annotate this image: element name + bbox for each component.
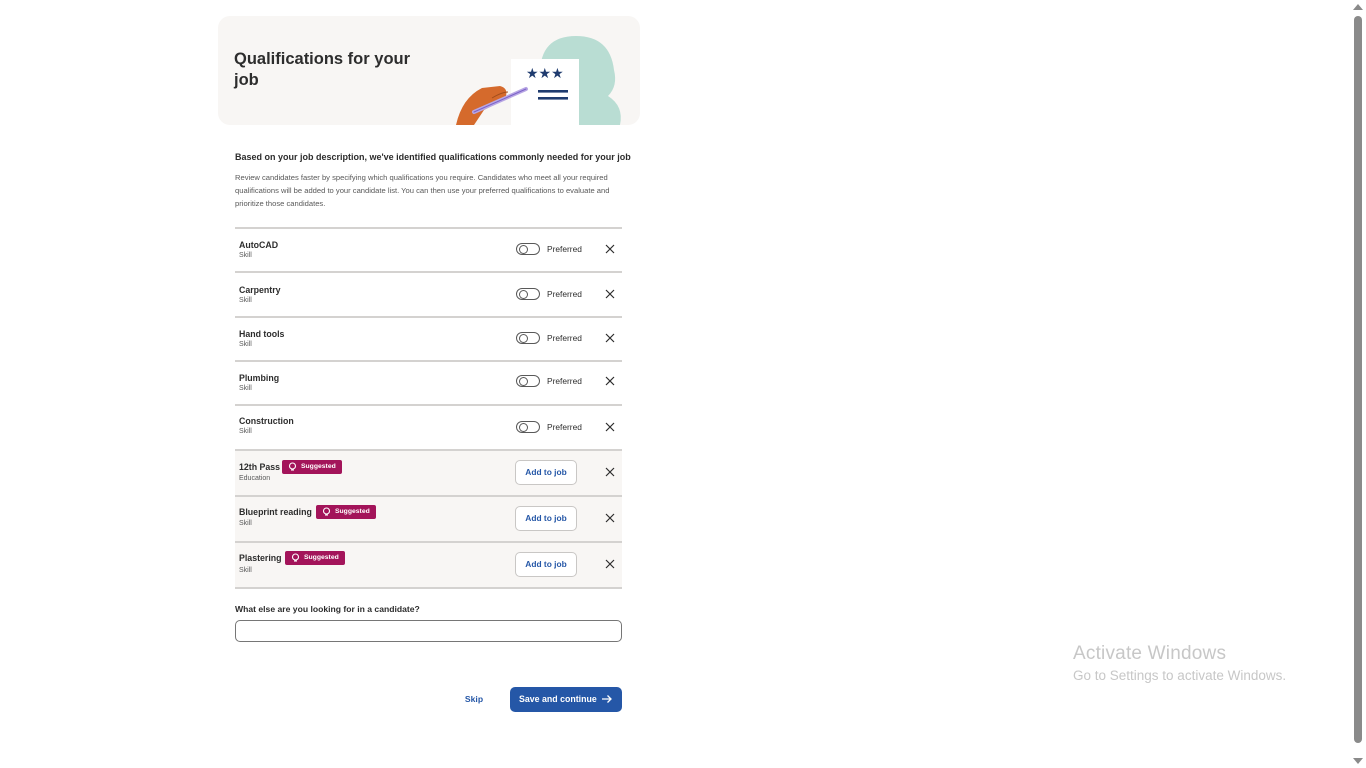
preferred-label: Preferred — [547, 244, 582, 254]
qualification-type: Education — [239, 475, 271, 482]
close-icon[interactable] — [604, 288, 616, 300]
qualification-row: Plumbing Skill Preferred — [235, 362, 622, 406]
qualification-name: Carpentry — [239, 285, 281, 295]
intro-description: Review candidates faster by specifying w… — [235, 173, 610, 208]
suggested-badge: Suggested — [316, 505, 376, 519]
preferred-toggle[interactable] — [516, 375, 540, 387]
qualification-type: Skill — [239, 567, 252, 574]
scroll-up-arrow-icon[interactable] — [1353, 4, 1363, 10]
qualifications-list: AutoCAD Skill Preferred Carpentry Skill … — [235, 227, 622, 589]
qualification-name: Plastering — [239, 553, 282, 563]
lightbulb-icon — [291, 553, 300, 562]
add-to-job-button[interactable]: Add to job — [515, 506, 577, 531]
qualification-row: Carpentry Skill Preferred — [235, 273, 622, 318]
preferred-label: Preferred — [547, 289, 582, 299]
suggested-qualification-row: Blueprint reading Suggested Skill Add to… — [235, 497, 622, 543]
suggested-badge: Suggested — [282, 460, 342, 474]
toggle-knob — [518, 376, 528, 386]
preferred-label: Preferred — [547, 422, 582, 432]
close-icon[interactable] — [604, 421, 616, 433]
activate-windows-subtitle: Go to Settings to activate Windows. — [1073, 668, 1287, 683]
svg-text:★★★: ★★★ — [526, 66, 564, 82]
qualification-name: Construction — [239, 416, 294, 426]
toggle-knob — [518, 333, 528, 343]
qualification-type: Skill — [239, 297, 252, 304]
preferred-toggle[interactable] — [516, 288, 540, 300]
qualification-name: Hand tools — [239, 329, 285, 339]
suggested-qualification-row: 12th Pass Suggested Education Add to job — [235, 451, 622, 497]
qualification-type: Skill — [239, 341, 252, 348]
qualification-name: AutoCAD — [239, 240, 279, 250]
qualification-name: Blueprint reading — [239, 507, 312, 517]
qualification-name: Plumbing — [239, 373, 280, 383]
preferred-label: Preferred — [547, 376, 582, 386]
close-icon[interactable] — [604, 558, 616, 570]
save-and-continue-button[interactable]: Save and continue — [510, 687, 622, 712]
qualification-type: Skill — [239, 385, 252, 392]
close-icon[interactable] — [604, 332, 616, 344]
intro-heading: Based on your job description, we've ide… — [235, 152, 631, 162]
qualification-row: Construction Skill Preferred — [235, 406, 622, 451]
suggested-badge-label: Suggested — [335, 508, 370, 515]
suggested-qualification-row: Plastering Suggested Skill Add to job — [235, 543, 622, 589]
toggle-knob — [518, 244, 528, 254]
suggested-badge-label: Suggested — [304, 554, 339, 561]
scroll-down-arrow-icon[interactable] — [1353, 758, 1363, 764]
page-title: Qualifications for your job — [234, 50, 411, 89]
suggested-badge: Suggested — [285, 551, 345, 565]
close-icon[interactable] — [604, 375, 616, 387]
lightbulb-icon — [322, 507, 331, 516]
arrow-right-icon — [602, 695, 612, 703]
other-qualifications-label: What else are you looking for in a candi… — [235, 604, 420, 614]
qualification-type: Skill — [239, 428, 252, 435]
close-icon[interactable] — [604, 512, 616, 524]
skip-button[interactable]: Skip — [456, 690, 492, 708]
suggested-badge-label: Suggested — [301, 463, 336, 470]
add-to-job-button[interactable]: Add to job — [515, 552, 577, 577]
preferred-label: Preferred — [547, 333, 582, 343]
activate-windows-title: Activate Windows — [1073, 643, 1227, 664]
qualification-row: AutoCAD Skill Preferred — [235, 229, 622, 273]
scrollbar-thumb[interactable] — [1354, 16, 1362, 743]
lightbulb-icon — [288, 462, 297, 471]
preferred-toggle[interactable] — [516, 421, 540, 433]
qualification-type: Skill — [239, 252, 252, 259]
qualification-name: 12th Pass — [239, 462, 281, 472]
vertical-scrollbar[interactable] — [1350, 0, 1366, 768]
toggle-knob — [518, 422, 528, 432]
save-and-continue-label: Save and continue — [519, 694, 597, 704]
qualification-row: Hand tools Skill Preferred — [235, 318, 622, 362]
preferred-toggle[interactable] — [516, 243, 540, 255]
header-illustration: ★★★ — [456, 36, 621, 125]
qualification-type: Skill — [239, 520, 252, 527]
close-icon[interactable] — [604, 243, 616, 255]
header-card: Qualifications for your job ★★★ — [218, 16, 640, 125]
close-icon[interactable] — [604, 466, 616, 478]
toggle-knob — [518, 289, 528, 299]
preferred-toggle[interactable] — [516, 332, 540, 344]
other-qualifications-input[interactable] — [235, 620, 622, 642]
add-to-job-button[interactable]: Add to job — [515, 460, 577, 485]
